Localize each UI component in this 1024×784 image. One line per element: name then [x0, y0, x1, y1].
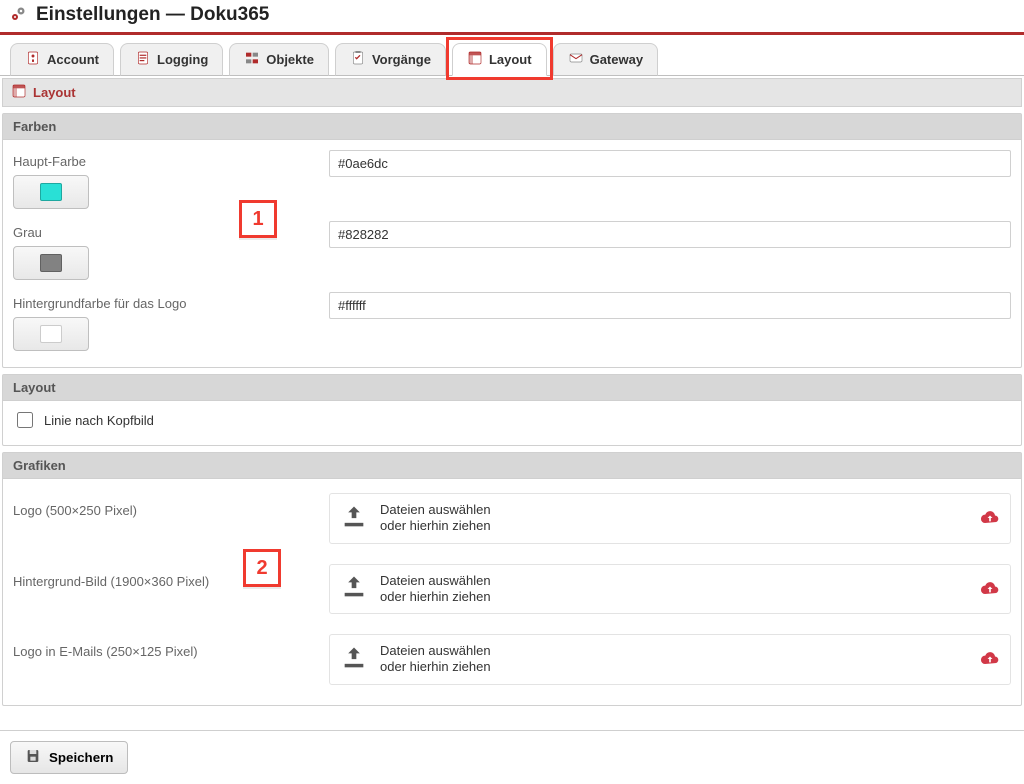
label-logo-bg: Hintergrundfarbe für das Logo: [13, 296, 186, 311]
page-title: Einstellungen — Doku365: [36, 4, 269, 26]
group-layout: Layout Linie nach Kopfbild: [2, 374, 1022, 446]
upload-text-2: oder hierhin ziehen: [380, 518, 491, 534]
tabstrip: Account Logging Objekte Vorgänge Layout …: [0, 35, 1024, 76]
swatch-gray[interactable]: [13, 246, 89, 280]
save-button[interactable]: Speichern: [10, 741, 128, 774]
section-title-bar: Layout: [2, 78, 1022, 107]
tab-objects[interactable]: Objekte: [229, 43, 329, 76]
save-icon: [25, 748, 41, 767]
swatch-chip: [40, 183, 62, 201]
upload-text-2: oder hierhin ziehen: [380, 589, 491, 605]
group-header: Farben: [3, 114, 1021, 140]
logging-icon: [135, 50, 151, 69]
row-logo-bg: Hintergrundfarbe für das Logo: [13, 286, 1011, 357]
tasks-icon: [350, 50, 366, 69]
tab-label: Logging: [157, 52, 208, 67]
group-farben: Farben Haupt-Farbe Grau: [2, 113, 1022, 368]
input-gray[interactable]: [329, 221, 1011, 248]
tab-account[interactable]: Account: [10, 43, 114, 76]
upload-icon: [340, 644, 368, 675]
label-line-after-header: Linie nach Kopfbild: [44, 413, 154, 428]
label-email-logo: Logo in E-Mails (250×125 Pixel): [13, 644, 198, 659]
tab-vorgaenge[interactable]: Vorgänge: [335, 43, 446, 76]
tab-label: Gateway: [590, 52, 643, 67]
input-logo-bg[interactable]: [329, 292, 1011, 319]
swatch-logo-bg[interactable]: [13, 317, 89, 351]
upload-icon: [340, 503, 368, 534]
swatch-main-color[interactable]: [13, 175, 89, 209]
group-header: Grafiken: [3, 453, 1021, 479]
tab-logging[interactable]: Logging: [120, 43, 223, 76]
layout-icon: [467, 50, 483, 69]
section-title: Layout: [33, 85, 76, 100]
upload-text-2: oder hierhin ziehen: [380, 659, 491, 675]
tab-label: Vorgänge: [372, 52, 431, 67]
label-gray: Grau: [13, 225, 42, 240]
checkbox-line-after-header[interactable]: [17, 412, 33, 428]
upload-bg[interactable]: Dateien auswählen oder hierhin ziehen: [329, 564, 1011, 615]
label-main-color: Haupt-Farbe: [13, 154, 86, 169]
upload-text-1: Dateien auswählen: [380, 643, 491, 659]
upload-text-1: Dateien auswählen: [380, 573, 491, 589]
upload-logo[interactable]: Dateien auswählen oder hierhin ziehen: [329, 493, 1011, 544]
upload-text-1: Dateien auswählen: [380, 502, 491, 518]
swatch-chip: [40, 325, 62, 343]
tab-label: Objekte: [266, 52, 314, 67]
upload-icon: [340, 573, 368, 604]
cloud-upload-icon[interactable]: [980, 579, 1000, 599]
label-logo: Logo (500×250 Pixel): [13, 503, 137, 518]
row-main-color: Haupt-Farbe: [13, 144, 1011, 215]
row-email-logo: Logo in E-Mails (250×125 Pixel) Dateien …: [13, 624, 1011, 695]
input-main-color[interactable]: [329, 150, 1011, 177]
cloud-upload-icon[interactable]: [980, 508, 1000, 528]
label-bg: Hintergrund-Bild (1900×360 Pixel): [13, 574, 209, 589]
gears-icon: [10, 6, 26, 24]
row-line-after-header[interactable]: Linie nach Kopfbild: [13, 405, 1011, 435]
layout-icon: [11, 83, 27, 102]
row-logo: Logo (500×250 Pixel) Dateien auswählen o…: [13, 483, 1011, 554]
cloud-upload-icon[interactable]: [980, 649, 1000, 669]
swatch-chip: [40, 254, 62, 272]
upload-email-logo[interactable]: Dateien auswählen oder hierhin ziehen: [329, 634, 1011, 685]
tab-label: Account: [47, 52, 99, 67]
row-gray: Grau: [13, 215, 1011, 286]
row-bg: Hintergrund-Bild (1900×360 Pixel) Dateie…: [13, 554, 1011, 625]
group-grafiken: Grafiken Logo (500×250 Pixel) Dateien au…: [2, 452, 1022, 706]
save-label: Speichern: [49, 750, 113, 765]
tab-layout[interactable]: Layout: [452, 43, 547, 76]
tab-gateway[interactable]: Gateway: [553, 43, 658, 76]
account-icon: [25, 50, 41, 69]
objects-icon: [244, 50, 260, 69]
gateway-icon: [568, 50, 584, 69]
group-header: Layout: [3, 375, 1021, 401]
tab-label: Layout: [489, 52, 532, 67]
